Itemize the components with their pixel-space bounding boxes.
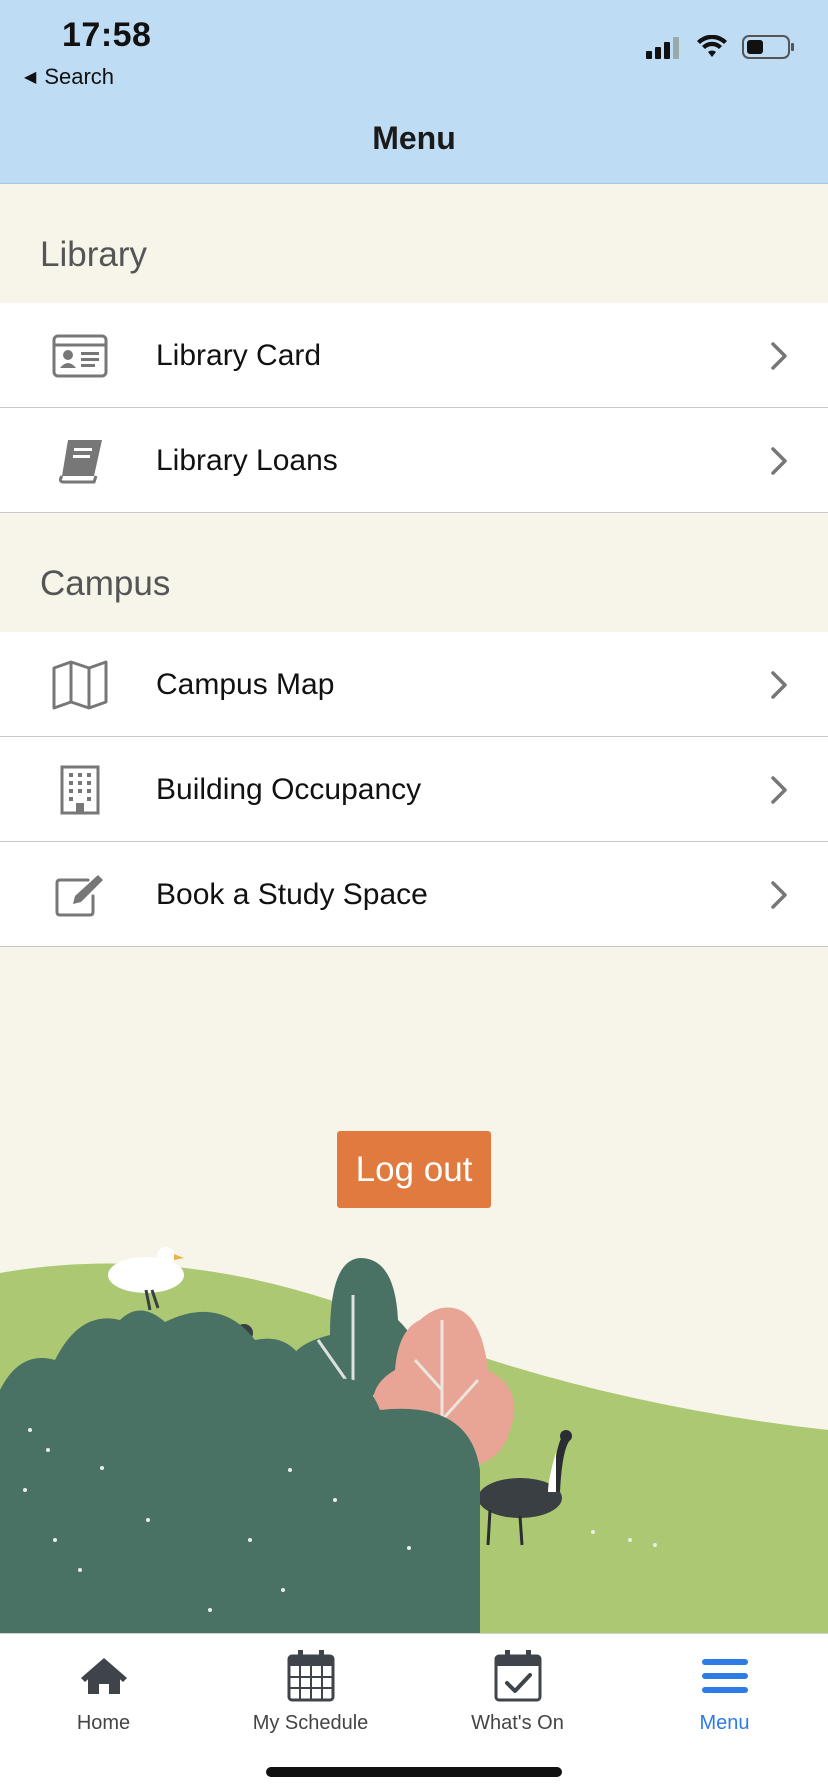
menu-item-label: Book a Study Space xyxy=(156,878,428,911)
menu-item-label: Building Occupancy xyxy=(156,773,422,806)
menu-item-building-occupancy[interactable]: Building Occupancy xyxy=(0,737,828,842)
signal-icon xyxy=(646,37,679,59)
menu-item-label: Library Card xyxy=(156,339,322,372)
tab-menu[interactable]: Menu xyxy=(621,1634,828,1754)
menu-item-library-loans[interactable]: Library Loans xyxy=(0,408,828,513)
logout-button[interactable]: Log out xyxy=(337,1131,491,1208)
tab-label: Home xyxy=(76,1712,131,1734)
page-title: Menu xyxy=(372,120,456,156)
back-to-search-link[interactable]: ◀ Search xyxy=(24,64,114,90)
status-icons xyxy=(646,34,796,60)
status-time: 17:58 xyxy=(62,16,152,54)
tab-label: Menu xyxy=(699,1712,750,1734)
chevron-right-icon xyxy=(771,447,787,475)
calendar-check-icon xyxy=(494,1648,542,1704)
map-icon xyxy=(50,658,110,712)
tab-home[interactable]: Home xyxy=(0,1634,207,1754)
menu-icon xyxy=(701,1648,748,1704)
tab-label: My Schedule xyxy=(252,1712,369,1734)
chevron-right-icon xyxy=(771,881,787,909)
tab-whats-on[interactable]: What's On xyxy=(414,1634,621,1754)
home-icon xyxy=(79,1648,129,1704)
chevron-right-icon xyxy=(771,342,787,370)
section-title: Campus xyxy=(40,564,171,603)
menu-item-label: Library Loans xyxy=(156,444,338,477)
navigation-header: 17:58 ◀ Search Menu xyxy=(0,0,828,184)
section-title: Library xyxy=(40,235,147,274)
menu-item-library-card[interactable]: Library Card xyxy=(0,303,828,408)
campus-illustration xyxy=(0,1247,828,1633)
home-indicator xyxy=(266,1767,562,1777)
back-arrow-icon: ◀ xyxy=(24,69,37,86)
battery-icon xyxy=(742,35,794,59)
tab-label: What's On xyxy=(471,1712,564,1734)
calendar-icon xyxy=(287,1648,335,1704)
back-label: Search xyxy=(44,64,115,89)
menu-item-book-study-space[interactable]: Book a Study Space xyxy=(0,842,828,947)
chevron-right-icon xyxy=(771,671,787,699)
book-icon xyxy=(50,434,110,488)
chevron-right-icon xyxy=(771,776,787,804)
id-card-icon xyxy=(50,329,110,383)
section-header-campus: Campus xyxy=(0,514,828,632)
section-header-library: Library xyxy=(0,185,828,303)
building-icon xyxy=(50,763,110,817)
edit-icon xyxy=(50,868,110,922)
wifi-icon xyxy=(697,35,727,57)
menu-item-label: Campus Map xyxy=(156,668,335,701)
tab-my-schedule[interactable]: My Schedule xyxy=(207,1634,414,1754)
menu-item-campus-map[interactable]: Campus Map xyxy=(0,632,828,737)
